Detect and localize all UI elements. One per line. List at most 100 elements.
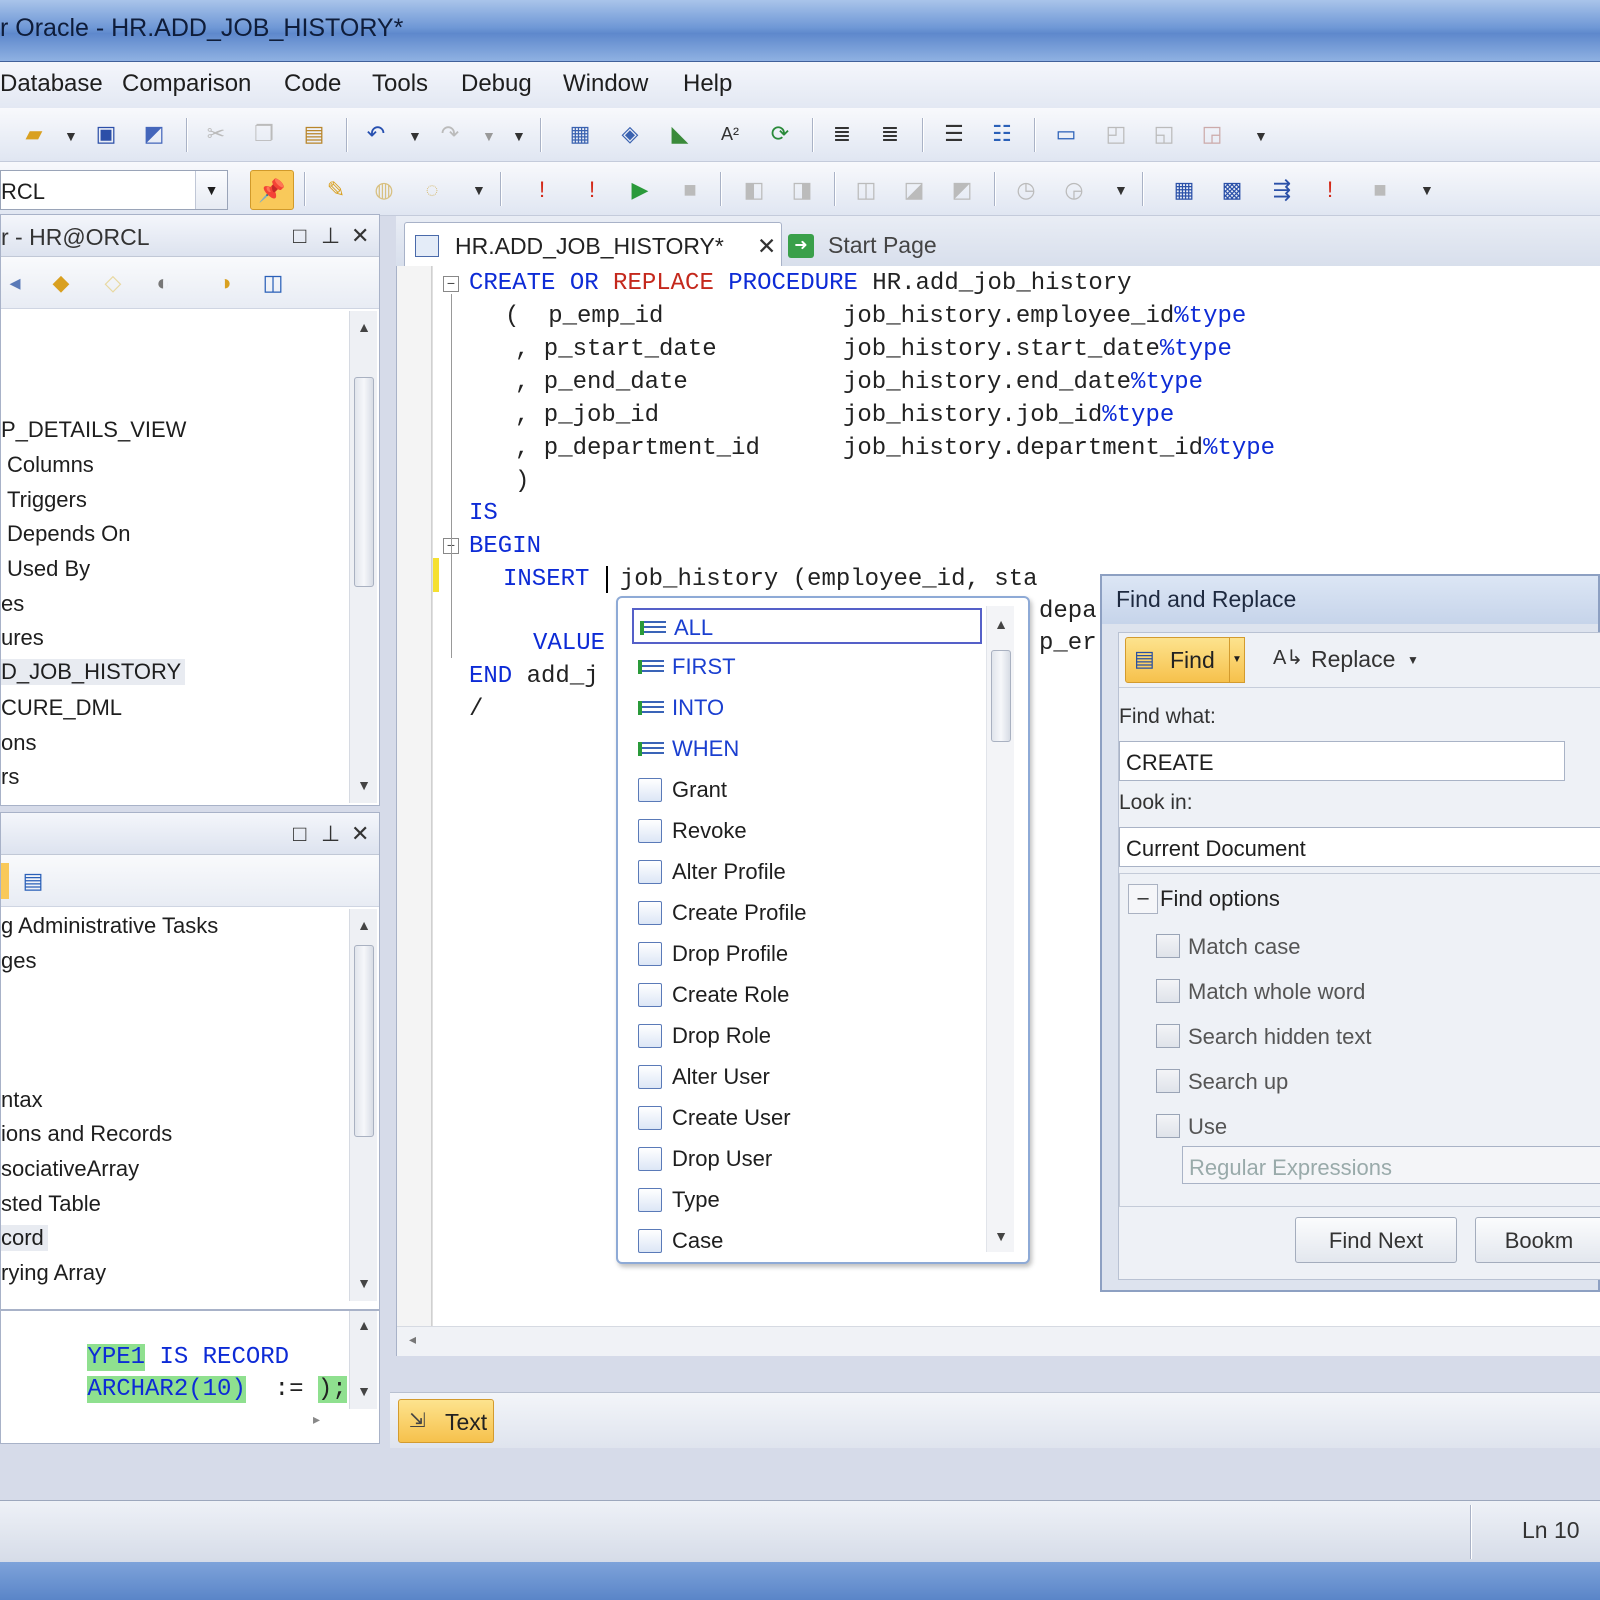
menu-help[interactable]: Help: [683, 70, 732, 98]
replace-tab-button[interactable]: A↳ Replace ▼: [1269, 637, 1439, 683]
list-item[interactable]: g Administrative Tasks: [1, 913, 218, 939]
debug-dropdown-icon[interactable]: ▼: [1114, 182, 1128, 198]
comment-icon[interactable]: ☰: [940, 120, 968, 148]
find-what-input[interactable]: CREATE: [1119, 741, 1565, 781]
editor-hscrollbar[interactable]: ◂: [397, 1326, 1600, 1356]
tree-item[interactable]: CURE_DML: [1, 695, 122, 721]
toolbar-options-icon[interactable]: ▼: [512, 128, 526, 144]
autocomplete-item[interactable]: Type: [632, 1182, 982, 1218]
scroll-up-icon[interactable]: ▲: [350, 319, 378, 335]
tree-item[interactable]: es: [1, 591, 24, 617]
toolbar3-options-icon[interactable]: ▼: [1420, 182, 1434, 198]
profiler-icon[interactable]: ◶: [1060, 176, 1088, 204]
menu-comparison[interactable]: Comparison: [122, 70, 251, 98]
cut-icon[interactable]: ✂: [202, 120, 230, 148]
breakpoint-icon[interactable]: ◪: [900, 176, 928, 204]
close-icon[interactable]: ✕: [351, 223, 369, 249]
tree-item[interactable]: rs: [1, 764, 19, 790]
execute-plan-icon[interactable]: ◣: [666, 120, 694, 148]
bookmark-all-button[interactable]: Bookm: [1475, 1217, 1600, 1263]
outdent-icon[interactable]: ≣: [876, 120, 904, 148]
copy-icon[interactable]: ❐: [250, 120, 278, 148]
tree-item[interactable]: Columns: [7, 452, 94, 478]
edit-connection-icon[interactable]: ◇: [99, 269, 127, 297]
autocomplete-item[interactable]: Case: [632, 1223, 982, 1259]
scroll-down-icon[interactable]: ▼: [350, 1275, 378, 1291]
next-bookmark-icon[interactable]: ◱: [1150, 120, 1178, 148]
scroll-up-icon[interactable]: ▲: [350, 917, 378, 933]
pin-panel-icon[interactable]: ⊥: [321, 821, 340, 847]
list-item[interactable]: rying Array: [1, 1260, 106, 1286]
grid-run-icon[interactable]: ▩: [1218, 176, 1246, 204]
autocomplete-item[interactable]: Drop Role: [632, 1018, 982, 1054]
list-item[interactable]: ges: [1, 948, 36, 974]
list-item[interactable]: sted Table: [1, 1191, 101, 1217]
bookmark-icon[interactable]: ◰: [1102, 120, 1130, 148]
step-out-icon[interactable]: ◫: [852, 176, 880, 204]
scroll-right-icon[interactable]: ▸: [313, 1411, 320, 1428]
redo-icon[interactable]: ↷: [436, 120, 464, 148]
scroll-up-icon[interactable]: ▲: [987, 616, 1015, 632]
toolbar2-options-icon[interactable]: ▼: [1254, 128, 1268, 144]
regex-select[interactable]: Regular Expressions: [1182, 1146, 1600, 1184]
tree-item[interactable]: Used By: [7, 556, 90, 582]
tree-item[interactable]: Triggers: [7, 487, 87, 513]
undo-dropdown-icon[interactable]: ▼: [408, 128, 422, 144]
autocomplete-item[interactable]: WHEN: [632, 731, 982, 767]
tree-item[interactable]: ures: [1, 625, 44, 651]
autocomplete-item[interactable]: Create User: [632, 1100, 982, 1136]
grid-icon[interactable]: ▦: [1170, 176, 1198, 204]
refresh-icon[interactable]: ⟳: [766, 120, 794, 148]
stop-icon[interactable]: ■: [676, 176, 704, 204]
collapse-toggle-icon[interactable]: –: [1128, 884, 1158, 914]
explorer-scrollbar[interactable]: ▲ ▼: [349, 311, 377, 803]
active-tool-icon[interactable]: [1, 863, 9, 899]
autocomplete-item[interactable]: ALL: [632, 608, 982, 644]
match-case-checkbox[interactable]: [1156, 934, 1180, 958]
scroll-thumb[interactable]: [991, 650, 1011, 742]
execute-icon[interactable]: !: [528, 176, 556, 204]
float-icon[interactable]: □: [293, 223, 306, 249]
indent-icon[interactable]: ≣: [828, 120, 856, 148]
replace-dropdown-icon[interactable]: ▼: [1407, 653, 1419, 667]
find-tab-button[interactable]: ▤ Find: [1125, 637, 1241, 683]
alert-icon[interactable]: !: [1316, 176, 1344, 204]
find-dropdown-icon[interactable]: ▼: [1229, 637, 1245, 683]
new-sql-icon[interactable]: ▦: [566, 120, 594, 148]
scroll-down-icon[interactable]: ▼: [987, 1228, 1015, 1244]
autocomplete-item[interactable]: Drop User: [632, 1141, 982, 1177]
run-debug-icon[interactable]: ▶: [626, 176, 654, 204]
autocomplete-item[interactable]: Drop Profile: [632, 936, 982, 972]
watch-icon[interactable]: ◩: [948, 176, 976, 204]
disconnect-icon[interactable]: ◐: [149, 269, 177, 297]
paste-icon[interactable]: ▤: [300, 120, 328, 148]
autocomplete-item[interactable]: Alter Profile: [632, 854, 982, 890]
snippets-scrollbar[interactable]: ▲ ▼: [349, 909, 377, 1301]
list-item-selected[interactable]: cord: [1, 1225, 48, 1251]
connection-combo[interactable]: RCL ▼: [0, 170, 228, 210]
chevron-down-icon[interactable]: ▼: [195, 171, 227, 209]
disabled-icon[interactable]: ■: [1366, 176, 1394, 204]
scroll-down-icon[interactable]: ▼: [350, 777, 378, 793]
tree-item[interactable]: P_DETAILS_VIEW: [1, 417, 186, 443]
open-folder-icon[interactable]: ▰: [20, 120, 48, 148]
list-item[interactable]: ions and Records: [1, 1121, 172, 1147]
float-icon[interactable]: □: [293, 821, 306, 847]
find-next-button[interactable]: Find Next: [1295, 1217, 1457, 1263]
menu-code[interactable]: Code: [284, 70, 341, 98]
match-whole-word-checkbox[interactable]: [1156, 979, 1180, 1003]
autocomplete-scrollbar[interactable]: ▲ ▼: [986, 606, 1014, 1252]
autocomplete-item[interactable]: Alter User: [632, 1059, 982, 1095]
search-hidden-text-checkbox[interactable]: [1156, 1024, 1180, 1048]
use-regex-checkbox[interactable]: [1156, 1114, 1180, 1138]
window-icon[interactable]: ▭: [1052, 120, 1080, 148]
menu-debug[interactable]: Debug: [461, 70, 532, 98]
close-icon[interactable]: ✕: [351, 821, 369, 847]
history-icon[interactable]: ◷: [1012, 176, 1040, 204]
back-icon[interactable]: ◂: [1, 269, 29, 297]
new-connection-icon[interactable]: ◆: [47, 269, 75, 297]
tree-item[interactable]: Depends On: [7, 521, 131, 547]
execute-current-icon[interactable]: !: [578, 176, 606, 204]
undo-icon[interactable]: ↶: [362, 120, 390, 148]
rollback-icon[interactable]: ◌: [418, 176, 446, 204]
